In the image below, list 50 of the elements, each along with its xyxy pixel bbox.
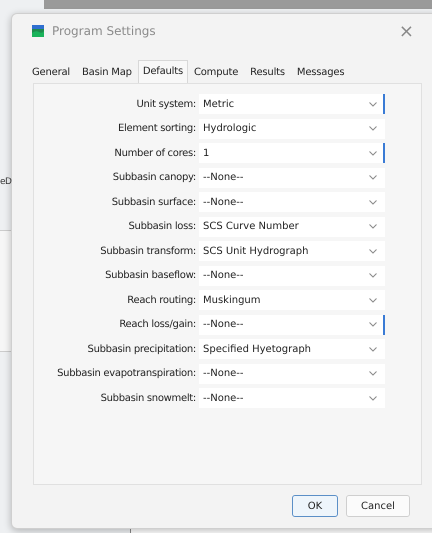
dropdown-field[interactable]: 1 <box>199 143 385 164</box>
dropdown-field[interactable]: --None-- <box>199 388 385 408</box>
field-label: Subbasin transform: <box>99 246 197 257</box>
dropdown-field[interactable]: --None-- <box>199 364 385 384</box>
dropdown-field[interactable]: --None-- <box>199 314 385 335</box>
field-label: Subbasin baseflow: <box>104 270 197 282</box>
field-label: Unit system: <box>136 98 197 110</box>
dropdown-field[interactable]: Metric <box>199 94 385 114</box>
dropdown-caret-icon <box>369 175 377 180</box>
field-label: Subbasin evapotranspiration: <box>56 368 197 380</box>
dropdown-field[interactable]: Hydrologic <box>199 118 385 139</box>
dropdown-caret-icon <box>369 102 377 107</box>
tab[interactable]: Basin Map <box>76 62 138 83</box>
dropdown-field[interactable]: Muskingum <box>199 290 385 310</box>
cancel-button[interactable]: Cancel <box>346 495 410 517</box>
tab[interactable]: General <box>26 62 76 83</box>
window-title: Program Settings <box>52 24 157 38</box>
field-label: Number of cores: <box>113 148 197 159</box>
tab[interactable]: Results <box>244 62 291 83</box>
dropdown-field[interactable]: --None-- <box>199 266 385 286</box>
tab[interactable]: Defaults <box>138 60 188 83</box>
dropdown-field[interactable]: --None-- <box>199 168 385 188</box>
dropdown-caret-icon <box>369 298 377 303</box>
background-text: eD <box>0 177 12 187</box>
dropdown-field[interactable]: --None-- <box>199 192 385 212</box>
field-label: Reach routing: <box>126 294 197 306</box>
field-label: Subbasin precipitation: <box>86 344 197 355</box>
dropdown-caret-icon <box>369 126 377 132</box>
dropdown-caret-icon <box>369 150 377 156</box>
dropdown-caret-icon <box>369 224 377 230</box>
ok-button[interactable]: OK <box>292 495 338 517</box>
app-icon <box>32 25 44 37</box>
field-label: Subbasin snowmelt: <box>100 392 197 404</box>
tab[interactable]: Compute <box>188 62 244 83</box>
dropdown-caret-icon <box>369 346 377 352</box>
tab[interactable]: Messages <box>290 62 350 83</box>
dropdown-caret-icon <box>369 396 377 401</box>
dropdown-field[interactable]: Specified Hyetograph <box>199 339 385 360</box>
field-label: Subbasin loss: <box>128 221 197 232</box>
dropdown-caret-icon <box>369 371 377 376</box>
dropdown-caret-icon <box>369 273 377 278</box>
dropdown-caret-icon <box>369 248 377 254</box>
field-label: Element sorting: <box>117 123 197 134</box>
dropdown-caret-icon <box>369 200 377 205</box>
field-label: Subbasin surface: <box>110 196 197 208</box>
dropdown-field[interactable]: SCS Unit Hydrograph <box>199 241 385 262</box>
field-label: Subbasin canopy: <box>112 172 197 184</box>
dropdown-field[interactable]: SCS Curve Number <box>199 216 385 237</box>
dropdown-caret-icon <box>369 322 377 328</box>
field-label: Reach loss/gain: <box>118 319 197 330</box>
